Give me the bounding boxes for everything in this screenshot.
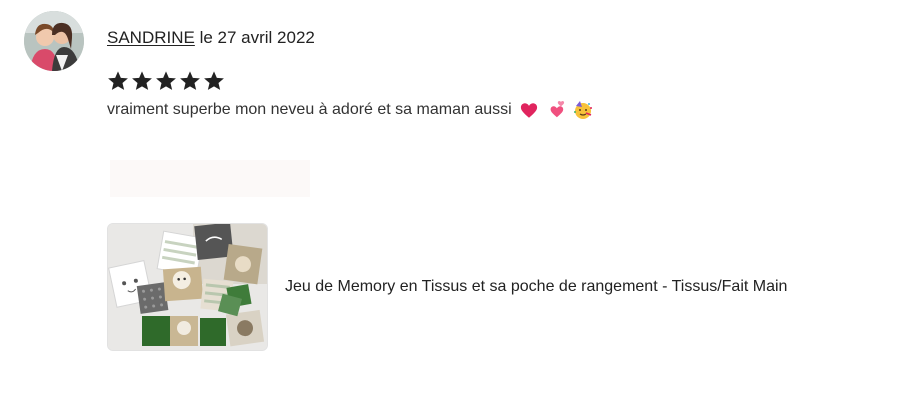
star-icon <box>179 70 201 94</box>
review-photo-placeholder <box>110 160 310 197</box>
review-card: SANDRINE le 27 avril 2022 vraiment super… <box>0 0 898 401</box>
review-text-content: vraiment superbe mon neveu à adoré et sa… <box>107 101 517 119</box>
product-thumbnail[interactable] <box>107 223 268 351</box>
star-rating <box>107 70 225 94</box>
review-header: SANDRINE le 27 avril 2022 <box>107 28 315 48</box>
reviewer-name-link[interactable]: SANDRINE <box>107 28 195 47</box>
star-icon <box>155 70 177 94</box>
review-date: le 27 avril 2022 <box>194 28 315 47</box>
star-icon <box>131 70 153 94</box>
review-text: vraiment superbe mon neveu à adoré et sa… <box>107 100 593 120</box>
two-hearts-icon <box>547 101 565 119</box>
product-link[interactable]: Jeu de Memory en Tissus et sa poche de r… <box>107 223 787 351</box>
star-icon <box>203 70 225 94</box>
reviewer-avatar[interactable] <box>24 11 84 71</box>
heart-icon <box>520 102 538 119</box>
party-face-icon <box>573 100 593 120</box>
product-title[interactable]: Jeu de Memory en Tissus et sa poche de r… <box>285 277 787 297</box>
star-icon <box>107 70 129 94</box>
